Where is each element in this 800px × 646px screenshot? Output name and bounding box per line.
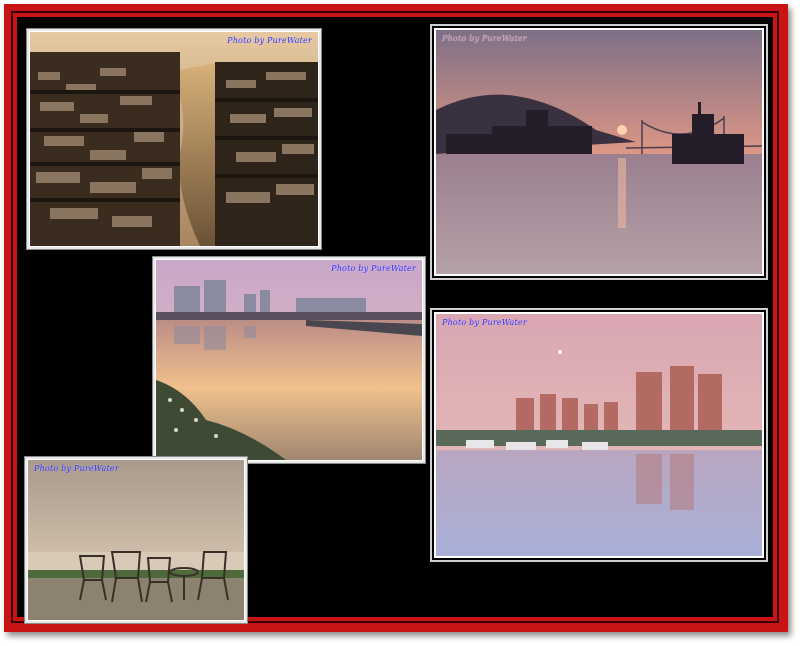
collage: Photo by PureWater Photo by PureWater Ph… — [0, 0, 800, 646]
photo-credit: Photo by PureWater — [442, 318, 527, 327]
photo-credit: Photo by PureWater — [227, 36, 312, 45]
photo-marina-towers[interactable]: Photo by PureWater — [430, 308, 768, 562]
photo-credit: Photo by PureWater — [331, 264, 416, 273]
photo-credit: Photo by PureWater — [442, 34, 527, 43]
photo-river-skyline[interactable]: Photo by PureWater — [152, 256, 426, 464]
photo-credit: Photo by PureWater — [34, 464, 119, 473]
photo-stilt-houses-image: Photo by PureWater — [29, 31, 319, 247]
photo-river-skyline-image: Photo by PureWater — [155, 259, 423, 461]
photo-stilt-houses[interactable]: Photo by PureWater — [26, 28, 322, 250]
photo-seaside-chairs[interactable]: Photo by PureWater — [24, 456, 248, 624]
photo-seaside-chairs-image: Photo by PureWater — [27, 459, 245, 621]
photo-harbour-sunset[interactable]: Photo by PureWater — [430, 24, 768, 280]
photo-marina-towers-image: Photo by PureWater — [434, 312, 764, 558]
photo-harbour-sunset-image: Photo by PureWater — [434, 28, 764, 276]
